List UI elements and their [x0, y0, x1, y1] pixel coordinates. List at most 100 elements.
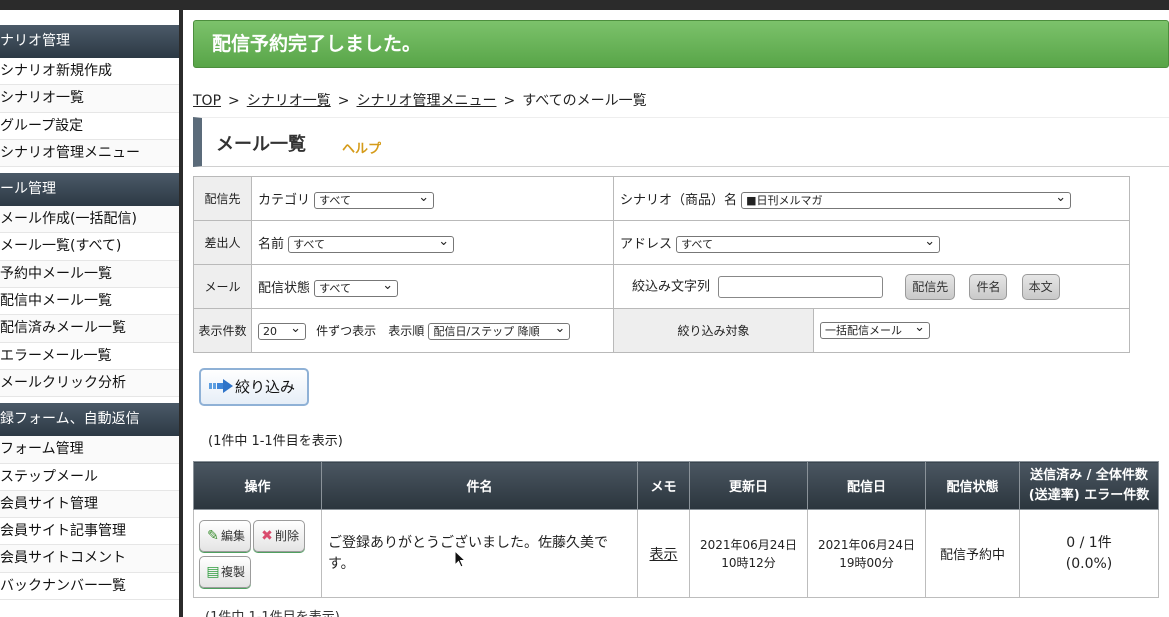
copy-label: 複製 — [221, 564, 246, 579]
sidebar-item-scenario-list[interactable]: シナリオ一覧 — [0, 85, 179, 113]
filter-table: 配信先 カテゴリ すべて シナリオ（商品）名 ■日刊メルマガ 差出人 名前 すべ… — [193, 176, 1130, 353]
subject-cell[interactable]: ご登録ありがとうございました。佐藤久美です。 — [321, 509, 638, 598]
mouse-cursor-icon — [454, 550, 466, 568]
sender-address-label: アドレス — [620, 236, 673, 252]
sidebar-item-form-management[interactable]: フォーム管理 — [0, 436, 179, 464]
delivery-time: 19時00分 — [839, 555, 894, 570]
table-header-row: 操作 件名 メモ 更新日 配信日 配信状態 送信済み / 全体件数 (送達率) … — [193, 461, 1159, 510]
delivery-date: 2021年06月24日 — [817, 537, 916, 552]
search-button-label: 絞り込み — [235, 378, 296, 396]
status-value: 配信予約中 — [925, 509, 1020, 598]
sidebar-item-mail-list[interactable]: メール一覧(すべて) — [0, 233, 179, 261]
sidebar-item-member-articles[interactable]: 会員サイト記事管理 — [0, 518, 179, 546]
header-status: 配信状態 — [925, 461, 1020, 510]
sidebar-item-step-mail[interactable]: ステップメール — [0, 463, 179, 491]
sidebar-item-scenario-menu[interactable]: シナリオ管理メニュー — [0, 139, 179, 168]
memo-link[interactable]: 表示 — [650, 547, 678, 563]
sidebar: ナリオ管理 シナリオ新規作成 シナリオ一覧 グループ設定 シナリオ管理メニュー … — [0, 10, 180, 617]
scenario-cell: シナリオ（商品）名 ■日刊メルマガ — [613, 176, 1130, 221]
sent-count: 0 / 1件 — [1066, 534, 1112, 551]
filter-label-mail: メール — [193, 264, 252, 309]
copy-icon: ▤ — [206, 563, 220, 580]
sent-rate: (0.0%) — [1065, 555, 1113, 572]
scenario-select[interactable]: ■日刊メルマガ — [741, 190, 1072, 209]
sidebar-item-backnumber[interactable]: バックナンバー一覧 — [0, 572, 179, 601]
breadcrumb-sep: > — [503, 93, 516, 109]
header-sent-line1: 送信済み / 全体件数 — [1030, 467, 1148, 483]
delivery-cell: 2021年06月24日 19時00分 — [807, 509, 926, 598]
keyword-target-destination-button[interactable]: 配信先 — [905, 273, 956, 300]
sidebar-item-sent-mail[interactable]: 配信済みメール一覧 — [0, 315, 179, 343]
breadcrumb-sep: > — [228, 93, 240, 109]
top-bar — [0, 0, 1169, 10]
edit-button[interactable]: ✎ 編集 — [199, 519, 252, 552]
memo-cell: 表示 — [637, 509, 690, 598]
category-select[interactable]: すべて — [314, 190, 435, 209]
sidebar-section-form: 録フォーム、自動返信 — [0, 403, 179, 437]
sidebar-item-member-site[interactable]: 会員サイト管理 — [0, 490, 179, 519]
result-count: (1件中 1-1件目を表示) — [208, 434, 343, 449]
filter-label-sender: 差出人 — [193, 220, 252, 265]
sender-address-cell: アドレス すべて — [613, 220, 1130, 265]
sender-name-label: 名前 — [258, 236, 285, 252]
success-banner: 配信予約完了しました。 — [193, 20, 1169, 68]
order-label: 表示順 — [388, 323, 425, 338]
ops-cell: ✎ 編集 ✖ 削除 ▤複製 — [193, 509, 322, 598]
keyword-cell: 絞込み文字列 配信先 件名 本文 — [613, 264, 1130, 309]
keyword-target-body-button[interactable]: 本文 — [1021, 273, 1060, 300]
display-count-select[interactable]: 20 — [258, 321, 306, 340]
sender-name-select[interactable]: すべて — [288, 234, 455, 253]
edit-label: 編集 — [221, 528, 246, 543]
sidebar-item-reserved-mail[interactable]: 予約中メール一覧 — [0, 260, 179, 289]
target-cell: 一括配信メール — [813, 308, 1130, 353]
sender-name-cell: 名前 すべて — [251, 220, 614, 265]
sidebar-item-group-settings[interactable]: グループ設定 — [0, 112, 179, 140]
page-title: メール一覧 — [216, 134, 306, 155]
status-select[interactable]: すべて — [314, 278, 399, 297]
sent-cell: 0 / 1件 (0.0%) — [1019, 509, 1159, 598]
help-link[interactable]: ヘルプ — [342, 138, 381, 157]
sidebar-item-member-comments[interactable]: 会員サイトコメント — [0, 545, 179, 573]
breadcrumb-top[interactable]: TOP — [193, 93, 221, 109]
sidebar-item-error-mail[interactable]: エラーメール一覧 — [0, 342, 179, 370]
search-button[interactable]: 絞り込み — [199, 368, 309, 406]
copy-button[interactable]: ▤複製 — [199, 555, 252, 588]
table-row: ✎ 編集 ✖ 削除 ▤複製 ご登録ありがとうございました。佐藤久美です。 表示 202… — [193, 509, 1159, 598]
sidebar-divider — [179, 10, 183, 617]
order-select[interactable]: 配信日/ステップ 降順 — [428, 321, 571, 340]
sidebar-item-new-scenario[interactable]: シナリオ新規作成 — [0, 58, 179, 86]
breadcrumb-scenario-menu[interactable]: シナリオ管理メニュー — [356, 93, 496, 109]
category-label: カテゴリ — [258, 192, 311, 208]
target-label: 絞り込み対象 — [613, 308, 814, 353]
sidebar-section-mail: ール管理 — [0, 173, 179, 207]
header-memo: メモ — [637, 461, 690, 510]
delete-label: 削除 — [275, 528, 300, 543]
header-delivery: 配信日 — [807, 461, 926, 510]
header-updated: 更新日 — [689, 461, 808, 510]
status-label: 配信状態 — [258, 280, 311, 296]
sidebar-item-click-analysis[interactable]: メールクリック分析 — [0, 369, 179, 398]
breadcrumb-scenario-list[interactable]: シナリオ一覧 — [247, 93, 331, 109]
display-count-cell: 20 件ずつ表示 表示順 配信日/ステップ 降順 — [251, 308, 614, 353]
keyword-input[interactable] — [718, 275, 884, 298]
sidebar-item-sending-mail[interactable]: 配信中メール一覧 — [0, 288, 179, 316]
target-select[interactable]: 一括配信メール — [820, 320, 930, 339]
result-count-bottom: (1件中 1-1件目を表示) — [205, 606, 340, 617]
pencil-icon: ✎ — [207, 527, 219, 544]
arrow-right-icon — [209, 371, 233, 393]
sidebar-item-create-mail[interactable]: メール作成(一括配信) — [0, 206, 179, 234]
sidebar-section-scenario: ナリオ管理 — [0, 25, 179, 58]
filter-label-display-count: 表示件数 — [193, 308, 252, 353]
display-count-suffix: 件ずつ表示 — [316, 323, 377, 338]
delete-button[interactable]: ✖ 削除 — [253, 519, 306, 552]
header-ops: 操作 — [193, 461, 322, 510]
keyword-target-subject-button[interactable]: 件名 — [969, 273, 1008, 300]
keyword-label: 絞込み文字列 — [632, 279, 711, 294]
sender-address-select[interactable]: すべて — [676, 234, 941, 253]
breadcrumb: TOP > シナリオ一覧 > シナリオ管理メニュー > すべてのメール一覧 — [193, 90, 647, 110]
updated-cell: 2021年06月24日 10時12分 — [689, 509, 808, 598]
delete-x-icon: ✖ — [261, 527, 273, 544]
breadcrumb-current: すべてのメール一覧 — [522, 93, 647, 109]
updated-time: 10時12分 — [721, 555, 776, 570]
filter-label-destination: 配信先 — [193, 176, 252, 221]
